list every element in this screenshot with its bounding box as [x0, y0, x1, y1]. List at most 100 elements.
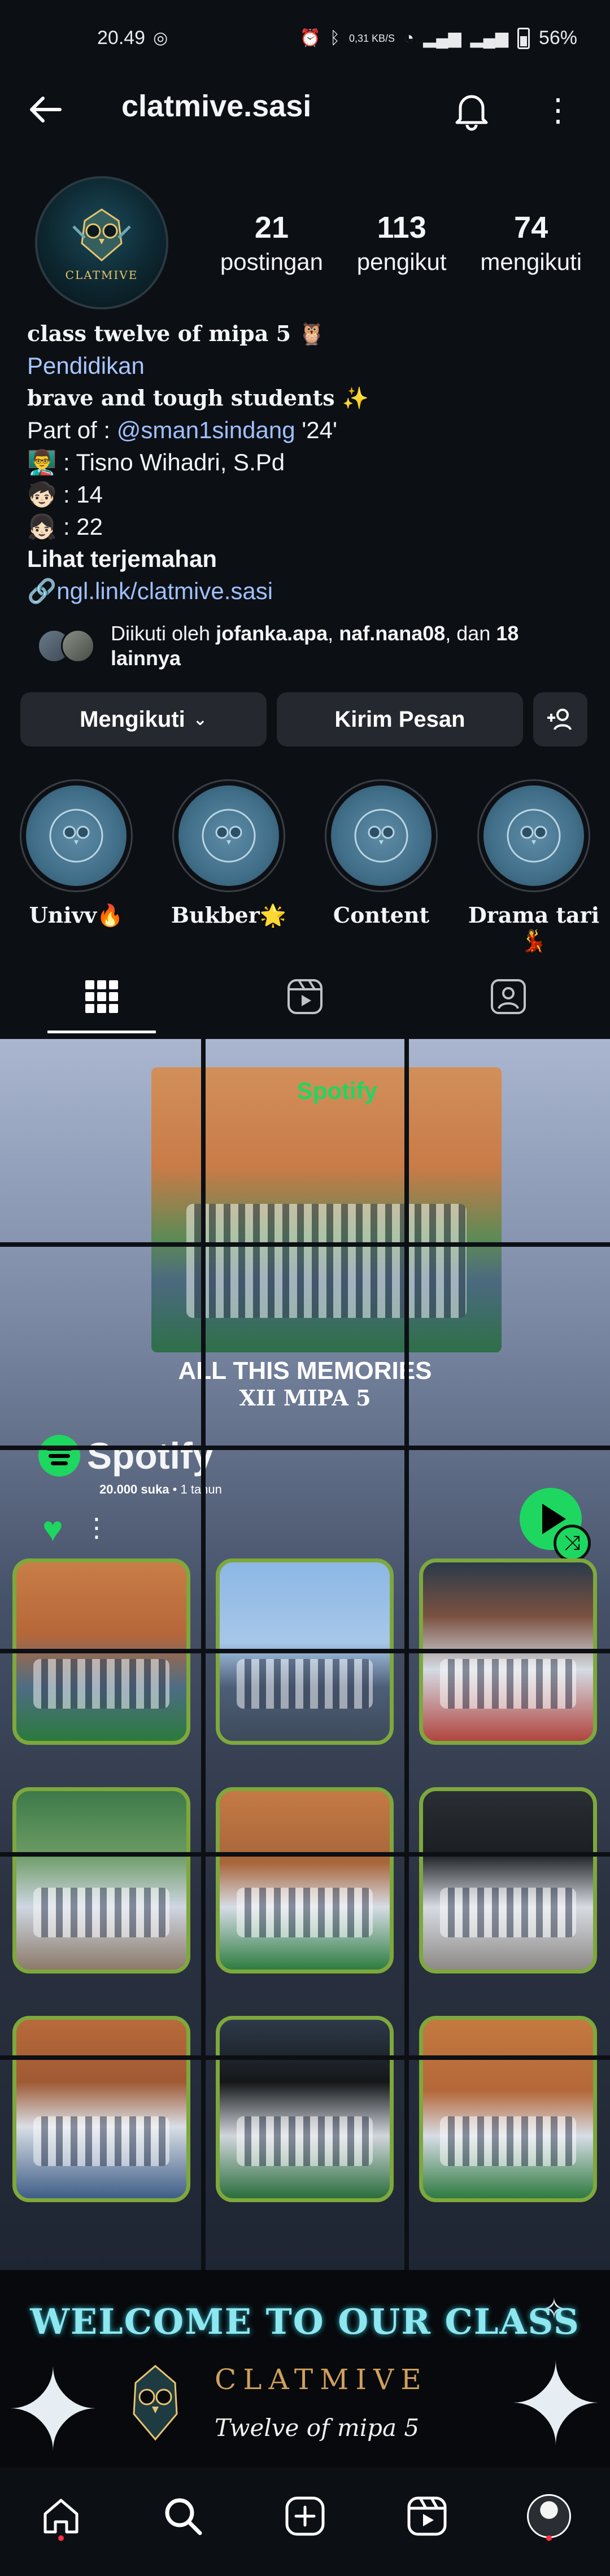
followed-user: naf.nana08 — [339, 622, 446, 645]
owl-badge-icon — [49, 809, 103, 863]
class-photo-people — [237, 2116, 373, 2167]
class-photo-people — [186, 1204, 467, 1318]
banner-brand: CLATMIVE — [215, 2363, 428, 2396]
spotify-wordmark: Spotify — [87, 1435, 213, 1477]
highlight-item[interactable]: Bukber🌟 — [152, 779, 305, 954]
playlist-photo-tile — [12, 2016, 190, 2202]
spotify-logo-icon — [38, 1435, 80, 1477]
add-post-icon — [285, 2496, 325, 2536]
profile-actions: Mengikuti ⌄ Kirim Pesan — [20, 692, 590, 746]
playlist-photo-tile — [12, 1787, 190, 1974]
highlight-label: Univv🔥 — [29, 902, 124, 928]
profile-stats: 21 postingan 113 pengikut 74 mengikuti — [203, 210, 599, 276]
profile-avatar-small — [527, 2494, 571, 2538]
highlight-cover — [477, 779, 590, 892]
tab-posts[interactable] — [0, 960, 203, 1033]
grid-icon — [85, 980, 118, 1013]
chevron-down-icon: ⌄ — [193, 710, 207, 729]
profile-avatar[interactable]: CLATMIVE — [35, 176, 168, 309]
class-photo-people — [440, 2116, 576, 2167]
followed-by-text: Diikuti oleh jofanka.apa, naf.nana08, da… — [111, 621, 540, 671]
bluetooth-icon: ᛒ — [329, 28, 340, 47]
stat-label: mengikuti — [480, 248, 582, 275]
back-arrow-icon[interactable] — [25, 89, 70, 134]
stat-posts[interactable]: 21 postingan — [220, 210, 323, 276]
highlight-item[interactable]: Content — [305, 779, 457, 954]
grid-divider — [0, 1242, 610, 1247]
bio-line: brave and tough students ✨ — [27, 385, 369, 411]
story-highlights: Univv🔥 Bukber🌟 Content Drama tari💃 — [0, 779, 610, 954]
highlight-label: Drama tari💃 — [468, 902, 600, 953]
highlight-item[interactable]: Drama tari💃 — [457, 779, 610, 954]
owl-logo-icon — [72, 208, 131, 261]
following-label: Mengikuti — [80, 706, 185, 732]
add-person-icon[interactable] — [533, 692, 587, 746]
owl-logo-icon — [133, 2365, 178, 2441]
notification-dot — [58, 2535, 64, 2541]
nav-search[interactable] — [155, 2488, 211, 2544]
clock: 20.49 — [97, 27, 146, 49]
welcome-text: WELCOME TO OUR CLASS — [30, 2301, 580, 2342]
bio-category[interactable]: Pendidikan — [27, 350, 592, 382]
highlight-label: Bukber🌟 — [171, 902, 287, 928]
class-photo-people — [440, 1658, 576, 1709]
class-photo-people — [237, 1658, 373, 1709]
more-vertical-icon: ⋮ — [84, 1513, 110, 1542]
memories-caption: ALL THIS MEMORIES — [178, 1357, 432, 1385]
nav-home[interactable] — [33, 2488, 89, 2544]
bio-link-text: ngl.link/clatmive.sasi — [56, 578, 273, 604]
stat-value: 113 — [377, 211, 426, 244]
nav-reels[interactable] — [399, 2488, 455, 2544]
grid-divider — [201, 1039, 206, 2270]
highlight-label: Content — [333, 902, 430, 928]
notification-bell-icon[interactable] — [449, 88, 494, 133]
grid-divider — [0, 1446, 610, 1450]
cover-spotify-brand: Spotify — [297, 1077, 377, 1104]
highlight-cover — [20, 779, 133, 892]
post-grid[interactable]: Spotify ALL THIS MEMORIES XII MIPA 5 Spo… — [0, 1039, 610, 2270]
nav-create[interactable] — [277, 2488, 333, 2544]
owl-badge-icon — [354, 809, 408, 863]
stat-following[interactable]: 74 mengikuti — [480, 210, 582, 276]
meta-sep: • — [169, 1482, 181, 1496]
stat-followers[interactable]: 113 pengikut — [357, 210, 447, 276]
school-mention-link[interactable]: @sman1sindang — [117, 417, 295, 443]
likes-count: 20.000 suka — [99, 1482, 169, 1496]
highlight-cover — [325, 779, 438, 892]
tab-reels[interactable] — [203, 960, 407, 1033]
alarm-icon: ⏰ — [299, 29, 321, 47]
class-photo-people — [440, 1887, 576, 1938]
spotify-brand-row: Spotify — [38, 1434, 213, 1477]
followed-by[interactable]: Diikuti oleh jofanka.apa, naf.nana08, da… — [37, 621, 540, 671]
followed-user: jofanka.apa — [216, 622, 328, 645]
see-translation-link[interactable]: Lihat terjemahan — [27, 543, 592, 575]
profile-tabs — [0, 960, 610, 1033]
highlight-item[interactable]: Univv🔥 — [0, 779, 152, 954]
banner-subtitle: Twelve of mipa 5 — [215, 2414, 420, 2442]
status-bar: 20.49 ◎ ⏰ ᛒ 0,31 KB/S ◔ ▂▄▆ ▂▄▆ 56% — [0, 0, 610, 76]
bio-girls-count: 👧🏻 : 22 — [27, 513, 103, 540]
shuffle-icon: ⤨ — [554, 1525, 591, 1562]
tab-tagged[interactable] — [407, 960, 610, 1033]
grid-divider — [404, 1039, 409, 2270]
class-photo-people — [33, 1887, 169, 1938]
send-message-button[interactable]: Kirim Pesan — [277, 692, 523, 746]
notification-dot — [546, 2535, 552, 2541]
avatar-brand-text: CLATMIVE — [65, 268, 138, 282]
mutual-avatar — [61, 629, 95, 663]
class-photo-people — [33, 2116, 169, 2167]
home-icon — [43, 2499, 79, 2534]
bio-external-link[interactable]: 🔗ngl.link/clatmive.sasi — [27, 575, 592, 607]
following-button[interactable]: Mengikuti ⌄ — [20, 692, 267, 746]
username-title: clatmive.sasi — [121, 89, 312, 123]
grid-divider — [0, 2055, 610, 2060]
grid-divider — [0, 1649, 610, 1653]
playlist-photo-tile — [419, 1787, 597, 1974]
part-of-prefix: Part of : — [27, 417, 117, 443]
nav-profile[interactable] — [521, 2488, 577, 2544]
more-options-icon[interactable]: ⋮ — [542, 88, 574, 133]
welcome-banner-post[interactable]: ✦ ✦ ✧ WELCOME TO OUR CLASS CLATMIVE Twel… — [0, 2270, 610, 2468]
profile-header: clatmive.sasi ⋮ — [0, 76, 610, 144]
playlist-photo-tile — [216, 2016, 394, 2202]
bottom-navigation — [0, 2468, 610, 2576]
